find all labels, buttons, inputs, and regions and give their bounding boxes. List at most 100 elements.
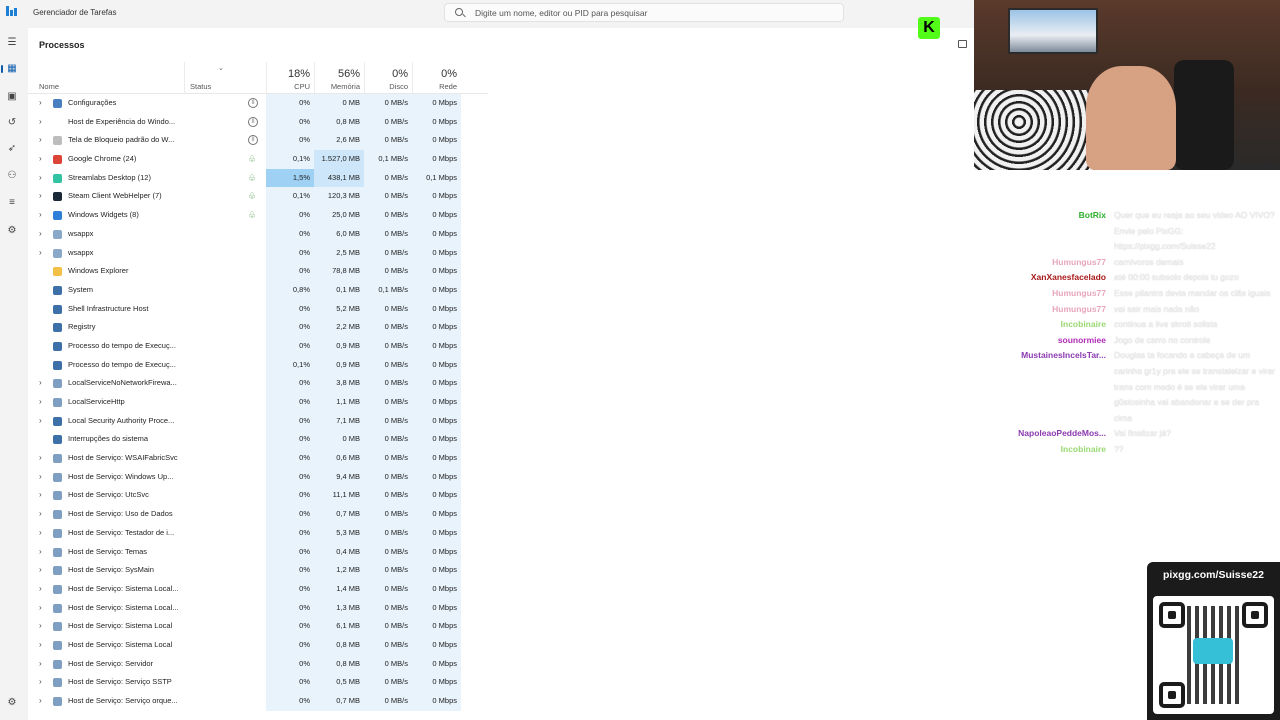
process-name: Host de Serviço: Windows Up... <box>68 471 174 481</box>
process-name: Google Chrome (24) <box>68 154 137 164</box>
table-row[interactable]: › Host de Serviço: Sistema Local 0% 6,1 MB 0… <box>28 617 488 636</box>
chevron-right-icon[interactable]: › <box>39 673 47 692</box>
table-row[interactable]: › Host de Serviço: Sistema Local... 0% 1,4 … <box>28 579 488 599</box>
chevron-right-icon[interactable]: › <box>39 374 47 393</box>
table-row[interactable]: › Steam Client WebHelper (7) ♧ 0,1% 120,3 MB… <box>28 187 488 207</box>
chevron-right-icon[interactable]: › <box>39 113 47 132</box>
memory-value: 78,8 MB <box>314 262 364 281</box>
table-row[interactable]: Windows Explorer 0% 78,8 MB 0 MB/s 0 Mbps <box>28 262 488 281</box>
table-row[interactable]: › Local Security Authority Proce... 0% 7,1 … <box>28 411 488 431</box>
chevron-right-icon[interactable]: › <box>39 505 47 524</box>
table-row[interactable]: › Host de Serviço: Sistema Local 0% 0,8 MB 0… <box>28 635 488 655</box>
search-box[interactable] <box>444 3 844 22</box>
app-history-icon[interactable]: ↺ <box>5 116 19 130</box>
table-row[interactable]: › Host de Serviço: SysMain 0% 1,2 MB 0 MB/s 0… <box>28 561 488 580</box>
chevron-right-icon[interactable]: › <box>39 543 47 562</box>
table-row[interactable]: › Host de Serviço: Windows Up... 0% 9,4 MB 0… <box>28 467 488 487</box>
lock-screen-icon <box>53 136 62 146</box>
chevron-right-icon[interactable]: › <box>39 244 47 263</box>
memory-value: 3,8 MB <box>314 374 364 393</box>
chevron-right-icon[interactable]: › <box>39 580 47 599</box>
chevron-right-icon[interactable]: › <box>39 524 47 543</box>
chevron-down-icon[interactable]: ⌄ <box>218 64 224 72</box>
settings-gear-icon[interactable]: ⚙ <box>5 696 19 710</box>
table-row[interactable]: › Host de Serviço: Serviço SSTP 0% 0,5 MB 0 … <box>28 673 488 692</box>
table-row[interactable]: › Google Chrome (24) ♧ 0,1% 1.527,0 MB 0,1 MB… <box>28 150 488 169</box>
table-row[interactable]: › Host de Serviço: WSAIFabricSvc 0% 0,6 MB 0… <box>28 449 488 468</box>
title-bar: Gerenciador de Tarefas <box>0 0 974 28</box>
table-row[interactable]: › Streamlabs Desktop (12) ♧ 1,5% 438,1 MB 0 M… <box>28 168 488 188</box>
chevron-right-icon[interactable]: › <box>39 150 47 169</box>
paused-status-icon: II <box>248 98 258 108</box>
chevron-right-icon[interactable]: › <box>39 169 47 188</box>
chevron-right-icon[interactable]: › <box>39 561 47 580</box>
chevron-right-icon[interactable]: › <box>39 393 47 412</box>
details-icon[interactable]: ≡ <box>5 196 19 210</box>
table-row[interactable]: System 0,8% 0,1 MB 0,1 MB/s 0 Mbps <box>28 280 488 300</box>
table-row[interactable]: › Configurações II 0% 0 MB 0 MB/s 0 Mbps <box>28 94 488 113</box>
table-row[interactable]: › wsappx 0% 2,5 MB 0 MB/s 0 Mbps <box>28 243 488 263</box>
table-row[interactable]: › Windows Widgets (8) ♧ 0% 25,0 MB 0 MB/s 0 Mb… <box>28 206 488 225</box>
table-row[interactable]: › Host de Serviço: Serviço orque... 0% 0,7 … <box>28 692 488 711</box>
table-row[interactable]: › Host de Serviço: Sistema Local... 0% 1,3 … <box>28 598 488 618</box>
paused-status-icon: II <box>248 135 258 146</box>
cpu-value: 0% <box>266 692 314 711</box>
chevron-right-icon[interactable]: › <box>39 94 47 113</box>
chevron-right-icon[interactable]: › <box>39 655 47 674</box>
cpu-value: 0% <box>266 635 314 655</box>
chevron-right-icon[interactable]: › <box>39 131 47 150</box>
chevron-right-icon[interactable]: › <box>39 206 47 225</box>
chevron-right-icon[interactable]: › <box>39 225 47 244</box>
services-icon[interactable]: ⚙ <box>5 224 19 238</box>
column-memory-header[interactable]: 56% Memória <box>314 62 364 93</box>
chevron-right-icon[interactable]: › <box>39 412 47 431</box>
table-row[interactable]: › Host de Serviço: Uso de Dados 0% 0,7 MB 0 … <box>28 505 488 524</box>
chevron-right-icon[interactable]: › <box>39 692 47 711</box>
disk-label: Disco <box>389 82 408 91</box>
column-cpu-header[interactable]: 18% CPU <box>266 62 314 93</box>
table-row[interactable]: › Host de Serviço: Temas 0% 0,4 MB 0 MB/s 0 M… <box>28 542 488 562</box>
table-row[interactable]: Shell Infrastructure Host 0% 5,2 MB 0 MB/s 0… <box>28 299 488 319</box>
table-row[interactable]: › Tela de Bloqueio padrão do W... II 0% 2,6 … <box>28 131 488 151</box>
efficiency-mode-icon[interactable] <box>958 40 967 48</box>
table-row[interactable]: › LocalServiceHttp 0% 1,1 MB 0 MB/s 0 Mbps <box>28 393 488 412</box>
table-row[interactable]: Interrupções do sistema 0% 0 MB 0 MB/s 0 Mbp… <box>28 430 488 450</box>
chevron-right-icon[interactable]: › <box>39 449 47 468</box>
table-row[interactable]: Processo do tempo de Execuç... 0% 0,9 MB 0 … <box>28 336 488 356</box>
table-row[interactable]: Processo do tempo de Execuç... 0,1% 0,9 MB… <box>28 355 488 375</box>
column-network-header[interactable]: 0% Rede <box>412 62 461 93</box>
chevron-right-icon[interactable]: › <box>39 468 47 487</box>
network-value: 0 Mbps <box>412 467 461 487</box>
chat-username: Incobinaire <box>1060 443 1106 454</box>
process-name: Windows Explorer <box>68 266 129 276</box>
performance-icon[interactable]: ▣ <box>5 90 19 104</box>
table-row[interactable]: › LocalServiceNoNetworkFirewa... 0% 3,8 MB 0… <box>28 374 488 393</box>
table-row[interactable]: › wsappx 0% 6,0 MB 0 MB/s 0 Mbps <box>28 224 488 244</box>
chevron-right-icon[interactable]: › <box>39 599 47 618</box>
chevron-right-icon[interactable]: › <box>39 617 47 636</box>
processes-icon[interactable]: ▦ <box>1 62 19 76</box>
chevron-right-icon[interactable]: › <box>39 636 47 655</box>
table-row[interactable]: Registry 0% 2,2 MB 0 MB/s 0 Mbps <box>28 318 488 337</box>
chevron-right-icon[interactable]: › <box>39 486 47 505</box>
table-row[interactable]: › Host de Serviço: Testador de i... 0% 5,3 … <box>28 523 488 543</box>
table-row[interactable]: › Host de Experiência do Windo... II 0% 0,8 … <box>28 112 488 132</box>
process-name: Host de Serviço: Uso de Dados <box>68 509 173 519</box>
table-row[interactable]: › Host de Serviço: Servidor 0% 0,8 MB 0 MB/s… <box>28 654 488 674</box>
search-input[interactable] <box>475 4 835 21</box>
cpu-value: 0% <box>266 486 314 506</box>
qr-code-icon <box>1153 596 1274 714</box>
startup-apps-icon[interactable]: ➶ <box>5 142 19 156</box>
hamburger-menu-icon[interactable]: ☰ <box>5 36 19 50</box>
process-name: Host de Experiência do Windo... <box>68 116 176 126</box>
memory-value: 2,5 MB <box>314 243 364 263</box>
users-icon[interactable]: ⚇ <box>5 169 19 183</box>
cpu-label: CPU <box>294 82 310 91</box>
column-disk-header[interactable]: 0% Disco <box>364 62 412 93</box>
table-row[interactable]: › Host de Serviço: UtcSvc 0% 11,1 MB 0 MB/s 0… <box>28 486 488 506</box>
network-value: 0 Mbps <box>412 523 461 543</box>
chevron-right-icon[interactable]: › <box>39 187 47 206</box>
column-status-header[interactable]: Status <box>190 82 211 91</box>
disk-value: 0 MB/s <box>364 598 412 618</box>
column-name-header[interactable]: Nome <box>39 82 59 91</box>
